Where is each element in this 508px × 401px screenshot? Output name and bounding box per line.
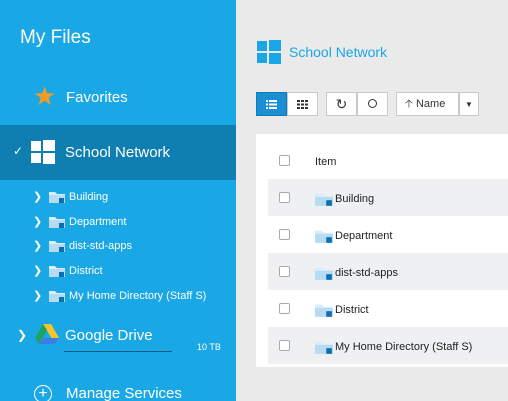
folder-icon — [315, 341, 333, 354]
row-checkbox[interactable] — [279, 229, 290, 240]
sort-label: Name — [415, 98, 446, 110]
storage-bar — [64, 351, 172, 352]
tree-item-label: Building — [69, 191, 109, 203]
list-icon — [266, 100, 277, 109]
sort-dropdown-button[interactable]: ▼ — [459, 92, 479, 116]
sidebar-title: My Files — [20, 27, 91, 48]
row-checkbox[interactable] — [279, 303, 290, 314]
tree-item-label: My Home Directory (Staff S) — [69, 290, 207, 302]
folder-icon — [49, 291, 65, 302]
folder-icon — [49, 192, 65, 203]
row-label: dist-std-apps — [335, 267, 398, 279]
sidebar-item-label: Google Drive — [65, 327, 153, 344]
main-content: School Network ↻ 🡡 Name ▼ Item Building … — [236, 0, 508, 401]
sidebar-item-school-network[interactable]: ✓ School Network — [0, 125, 236, 180]
table-row[interactable]: Department — [268, 216, 508, 253]
chevron-right-icon[interactable]: ❯ — [17, 328, 27, 342]
sidebar-item-label: Favorites — [66, 89, 128, 106]
chevron-right-icon[interactable]: ❯ — [33, 190, 42, 203]
column-header-item: Item — [315, 156, 337, 168]
tree-item-dist-std-apps[interactable]: ❯ dist-std-apps — [0, 236, 236, 256]
storage-size: 10 TB — [197, 342, 221, 352]
chevron-down-icon[interactable]: ✓ — [13, 144, 23, 158]
folder-icon — [315, 193, 333, 206]
chevron-right-icon[interactable]: ❯ — [33, 239, 42, 252]
folder-icon — [49, 241, 65, 252]
table-row[interactable]: District — [268, 290, 508, 327]
tree-item-label: dist-std-apps — [69, 240, 132, 252]
recent-button[interactable] — [357, 92, 388, 116]
row-checkbox[interactable] — [279, 192, 290, 203]
row-label: District — [335, 304, 369, 316]
folder-icon — [315, 267, 333, 280]
sort-name-button[interactable]: 🡡 Name — [396, 92, 459, 116]
table-row[interactable]: dist-std-apps — [268, 253, 508, 290]
table-row[interactable]: My Home Directory (Staff S) — [268, 327, 508, 364]
tree-item-my-home-directory[interactable]: ❯ My Home Directory (Staff S) — [0, 286, 236, 306]
windows-icon — [31, 140, 55, 164]
sidebar-item-label: School Network — [65, 144, 171, 161]
windows-icon — [257, 40, 281, 64]
tree-item-label: Department — [69, 216, 127, 228]
row-checkbox[interactable] — [279, 266, 290, 277]
sidebar: My Files ★ Favorites ✓ School Network ❯ … — [0, 0, 236, 401]
grid-icon — [297, 100, 308, 109]
sidebar-item-favorites[interactable]: ★ Favorites — [0, 82, 236, 112]
tree-item-label: District — [69, 265, 103, 277]
caret-down-icon: ▼ — [465, 100, 473, 109]
folder-icon — [315, 230, 333, 243]
tree-item-department[interactable]: ❯ Department — [0, 212, 236, 232]
tree-item-building[interactable]: ❯ Building — [0, 187, 236, 207]
arrow-up-icon: 🡡 — [405, 98, 413, 110]
select-all-checkbox[interactable] — [279, 155, 290, 166]
clock-icon — [368, 99, 377, 108]
file-list-panel: Item Building Department dist-std-apps D… — [256, 134, 508, 367]
sidebar-item-google-drive[interactable]: ❯ Google Drive 10 TB — [0, 320, 236, 354]
plus-circle-icon: + — [34, 385, 52, 401]
chevron-right-icon[interactable]: ❯ — [33, 289, 42, 302]
tree-item-district[interactable]: ❯ District — [0, 261, 236, 281]
folder-icon — [49, 266, 65, 277]
grid-view-button[interactable] — [287, 92, 318, 116]
folder-icon — [49, 217, 65, 228]
star-icon: ★ — [33, 81, 57, 111]
row-label: Department — [335, 230, 393, 242]
chevron-right-icon[interactable]: ❯ — [33, 264, 42, 277]
refresh-button[interactable]: ↻ — [326, 92, 357, 116]
row-label: My Home Directory (Staff S) — [335, 341, 473, 353]
table-row[interactable]: Building — [268, 179, 508, 216]
breadcrumb-label: School Network — [289, 44, 388, 60]
list-view-button[interactable] — [256, 92, 287, 116]
manage-services-label: Manage Services — [66, 385, 182, 401]
manage-services-button[interactable]: + Manage Services — [0, 378, 236, 401]
row-label: Building — [335, 193, 375, 205]
folder-icon — [315, 304, 333, 317]
table-header: Item — [268, 142, 508, 179]
google-drive-icon — [35, 324, 59, 344]
refresh-icon: ↻ — [335, 96, 348, 112]
chevron-right-icon[interactable]: ❯ — [33, 215, 42, 228]
row-checkbox[interactable] — [279, 340, 290, 351]
